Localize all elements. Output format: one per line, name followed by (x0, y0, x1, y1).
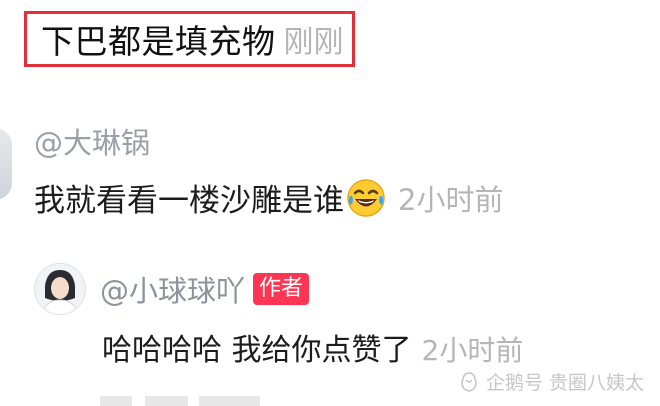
top-comment-text: 下巴都是填充物 (41, 22, 276, 61)
reply-time: 2小时前 (398, 182, 504, 217)
reply-comment[interactable]: 我就看看一楼沙雕是谁 2小时前 (34, 175, 503, 220)
watermark-text: 企鹅号 贵圈八姨太 (485, 372, 644, 394)
author-avatar[interactable] (34, 263, 86, 315)
author-reply-text: 哈哈哈哈 我给你点赞了 (102, 333, 412, 368)
top-comment: 下巴都是填充物 刚刚 (24, 8, 355, 70)
cut-off-row (100, 396, 260, 406)
laughing-tears-emoji-icon (346, 178, 386, 218)
highlight-box: 下巴都是填充物 刚刚 (24, 11, 355, 67)
watermark: 企鹅号 贵圈八姨太 (458, 368, 644, 395)
author-badge: 作者 (253, 273, 310, 305)
reply-text: 我就看看一楼沙雕是谁 (34, 183, 344, 219)
penguin-logo-icon (461, 371, 477, 392)
author-reply-time: 2小时前 (421, 334, 524, 367)
reply-mention[interactable]: @大琳锅 (34, 120, 150, 162)
author-header: @小球球吖 作者 (100, 268, 310, 310)
author-reply[interactable]: 哈哈哈哈 我给你点赞了 2小时前 (102, 325, 523, 369)
top-comment-time: 刚刚 (283, 25, 344, 60)
author-name[interactable]: @小球球吖 (100, 268, 245, 310)
partial-avatar[interactable] (0, 128, 12, 200)
